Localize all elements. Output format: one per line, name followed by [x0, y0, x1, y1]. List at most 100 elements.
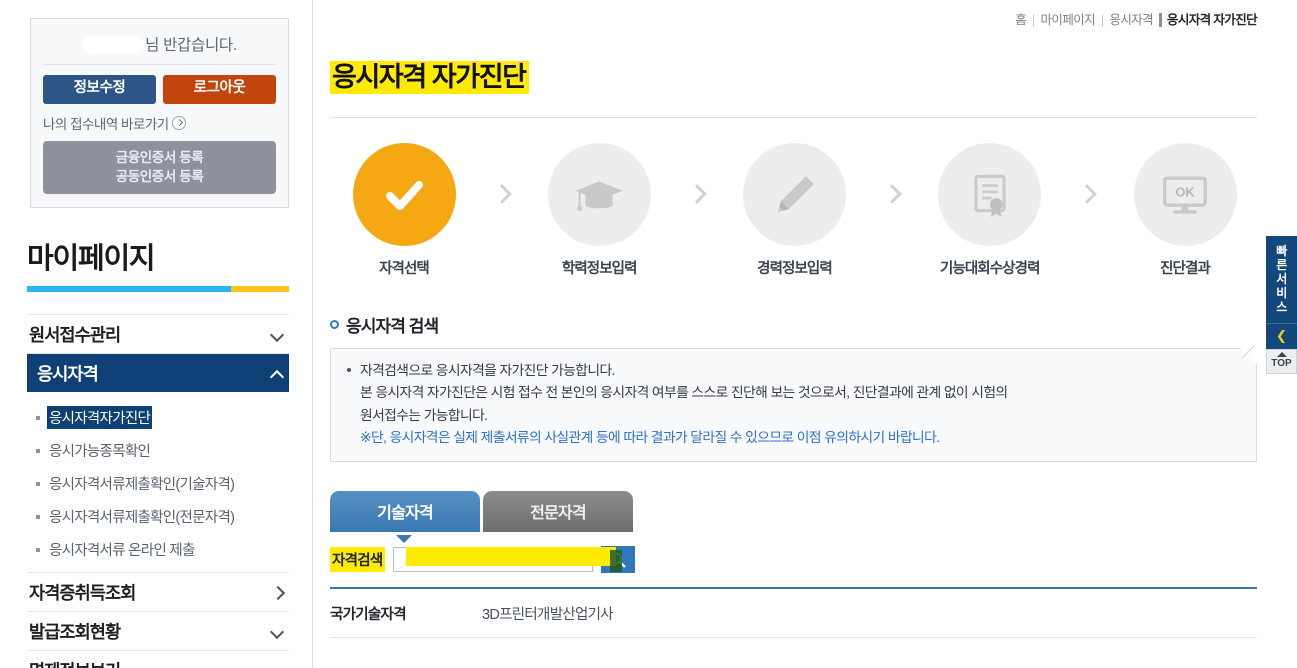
quick-service-panel: 빠 른 서 비 스 ❮ TOP — [1266, 236, 1297, 374]
certificate-icon — [974, 174, 1006, 217]
accent-bar-cyan — [27, 286, 232, 293]
chevron-down-icon — [272, 329, 283, 340]
step-indicator: 자격선택 학력정보입력 경력정보입력 기능대회수상경력 OK 진단결과 — [330, 118, 1257, 278]
step-skill-competition[interactable]: 기능대회수상경력 — [932, 143, 1048, 278]
redacted-username — [82, 35, 145, 54]
step-circle: OK — [1133, 143, 1237, 246]
sidebar-sublist-eligibility: 응시자격자가진단 응시가능종목확인 응시자격서류제출확인(기술자격) 응시자격서… — [27, 392, 289, 572]
pencil-icon — [777, 175, 814, 212]
graduation-cap-icon — [575, 181, 623, 211]
user-action-buttons: 정보수정 로그아웃 — [43, 75, 276, 104]
nav-group-cert-lookup: 자격증취득조회 — [27, 572, 289, 611]
search-button[interactable] — [600, 546, 635, 574]
quick-char: 비 — [1276, 285, 1287, 300]
step-arrow-icon — [493, 184, 511, 202]
sidebar-item-doc-check-technical[interactable]: 응시자격서류제출확인(기술자격) — [27, 467, 289, 500]
nav-group-issue-status: 발급조회현황 — [27, 611, 289, 650]
result-category: 국가기술자격 — [330, 607, 407, 624]
quick-char: 빠 — [1276, 244, 1287, 258]
sidebar-item-available-subjects[interactable]: 응시가능종목확인 — [27, 434, 289, 467]
bullet-circle-icon — [330, 320, 339, 329]
page-title-text: 응시자격 자가진단 — [330, 61, 529, 94]
section-heading-text: 응시자격 검색 — [346, 317, 439, 336]
check-icon — [386, 180, 423, 210]
greeting-text: 님 반갑습니다. — [145, 37, 237, 54]
triangle-up-icon — [1276, 351, 1287, 357]
scroll-top-label: TOP — [1271, 357, 1292, 369]
breadcrumb-current: 응시자격 자가진단 — [1158, 13, 1258, 27]
step-label: 경력정보입력 — [757, 261, 833, 277]
step-education-info[interactable]: 학력정보입력 — [541, 143, 657, 278]
bullet-square-icon — [36, 448, 40, 453]
quick-service-label[interactable]: 빠 른 서 비 스 — [1266, 236, 1297, 323]
sidebar-subitem-label: 응시자격서류 온라인 제출 — [49, 543, 195, 560]
search-icon — [610, 552, 626, 568]
breadcrumb-level2[interactable]: 응시자격 — [1109, 13, 1153, 27]
breadcrumb-level1[interactable]: 마이페이지 — [1041, 13, 1096, 27]
step-career-info[interactable]: 경력정보입력 — [737, 143, 853, 278]
chevron-right-icon — [272, 587, 283, 598]
sidebar-subitem-label: 응시가능종목확인 — [49, 444, 151, 461]
step-circle-active — [352, 143, 456, 246]
quick-char: 스 — [1276, 299, 1287, 314]
breadcrumb-home[interactable]: 홈 — [1015, 13, 1027, 27]
certificate-register-button[interactable]: 금융인증서 등록 공동인증서 등록 — [43, 140, 276, 195]
bullet-square-icon — [36, 547, 40, 552]
step-select-qualification[interactable]: 자격선택 — [346, 143, 462, 278]
step-diagnosis-result[interactable]: OK 진단결과 — [1127, 143, 1243, 278]
edit-info-button[interactable]: 정보수정 — [43, 75, 156, 104]
quick-char: 른 — [1276, 257, 1287, 272]
sidebar-title: 마이페이지 — [27, 243, 156, 276]
search-label: 자격검색 — [330, 547, 385, 573]
my-receipt-link[interactable]: 나의 접수내역 바로가기 — [43, 113, 276, 133]
sidebar-item-issue-status[interactable]: 발급조회현황 — [27, 612, 289, 650]
sidebar-item-doc-check-professional[interactable]: 응시자격서류제출확인(전문자격) — [27, 500, 289, 533]
sidebar-item-label: 자격증취득조회 — [29, 582, 136, 603]
sidebar-item-label: 발급조회현황 — [29, 621, 121, 642]
step-circle — [938, 143, 1042, 246]
step-label: 자격선택 — [379, 261, 430, 277]
search-row: 자격검색 — [330, 546, 1257, 574]
search-input[interactable] — [392, 547, 593, 573]
step-arrow-icon — [1078, 184, 1096, 202]
step-circle — [743, 143, 846, 246]
svg-text:OK: OK — [1176, 185, 1196, 199]
sidebar-subitem-label: 응시자격자가진단 — [47, 406, 153, 430]
info-line: 자격검색으로 응시자격을 자가진단 가능합니다. — [360, 363, 615, 378]
step-circle — [547, 143, 651, 246]
step-arrow-icon — [688, 184, 706, 202]
chevron-up-icon — [272, 368, 283, 379]
sidebar-item-online-doc-submit[interactable]: 응시자격서류 온라인 제출 — [27, 533, 289, 566]
page-root: 님 반갑습니다. 정보수정 로그아웃 나의 접수내역 바로가기 금융인증서 등록… — [0, 0, 1297, 668]
tab-professional-qualification[interactable]: 전문자격 — [483, 491, 633, 533]
step-label: 진단결과 — [1160, 261, 1211, 277]
user-greeting: 님 반갑습니다. — [43, 29, 276, 65]
sidebar-item-label: 면제정보보기 — [29, 658, 121, 668]
info-line-notice: ※단, 응시자격은 실제 제출서류의 사실관계 등에 따라 결과가 달라질 수 … — [360, 430, 940, 446]
sidebar-item-label: 응시자격 — [37, 363, 99, 384]
table-row[interactable]: 국가기술자격 3D프린터개발산업기사 — [330, 589, 1257, 639]
sidebar-item-self-diagnosis[interactable]: 응시자격자가진단 — [27, 401, 289, 434]
bullet-square-icon — [36, 415, 40, 420]
monitor-ok-icon: OK — [1163, 175, 1207, 214]
result-name: 3D프린터개발산업기사 — [482, 607, 614, 624]
sidebar-item-eligibility[interactable]: 응시자격 — [27, 354, 289, 393]
sidebar-item-label: 원서접수관리 — [29, 324, 121, 345]
user-info-box: 님 반갑습니다. 정보수정 로그아웃 나의 접수내역 바로가기 금융인증서 등록… — [30, 18, 289, 209]
tab-technical-qualification[interactable]: 기술자격 — [330, 491, 480, 533]
chevron-left-icon[interactable]: ❮ — [1266, 322, 1297, 349]
tab-active-caret-icon — [396, 535, 412, 544]
page-title-wrap: 응시자격 자가진단 — [330, 28, 1257, 94]
sidebar-item-cert-lookup[interactable]: 자격증취득조회 — [27, 573, 289, 611]
sidebar-subitem-label: 응시자격서류제출확인(전문자격) — [49, 510, 235, 527]
main-content: 홈 | 마이페이지 | 응시자격 응시자격 자가진단 응시자격 자가진단 자격선… — [313, 0, 1297, 668]
logout-button[interactable]: 로그아웃 — [163, 75, 276, 104]
nav-group-application: 원서접수관리 — [27, 314, 289, 353]
sidebar-item-exemption-info[interactable]: 면제정보보기 — [27, 651, 289, 668]
breadcrumb-separator: | — [1031, 13, 1035, 27]
scroll-top-button[interactable]: TOP — [1266, 348, 1297, 374]
sidebar-nav: 원서접수관리 응시자격 응시자격자가진단 응시가능종목확인 응시자격서류제출확인… — [27, 314, 289, 668]
title-accent-bar — [27, 286, 289, 293]
step-label: 학력정보입력 — [561, 261, 638, 277]
sidebar-item-application-mgmt[interactable]: 원서접수관리 — [27, 315, 289, 353]
